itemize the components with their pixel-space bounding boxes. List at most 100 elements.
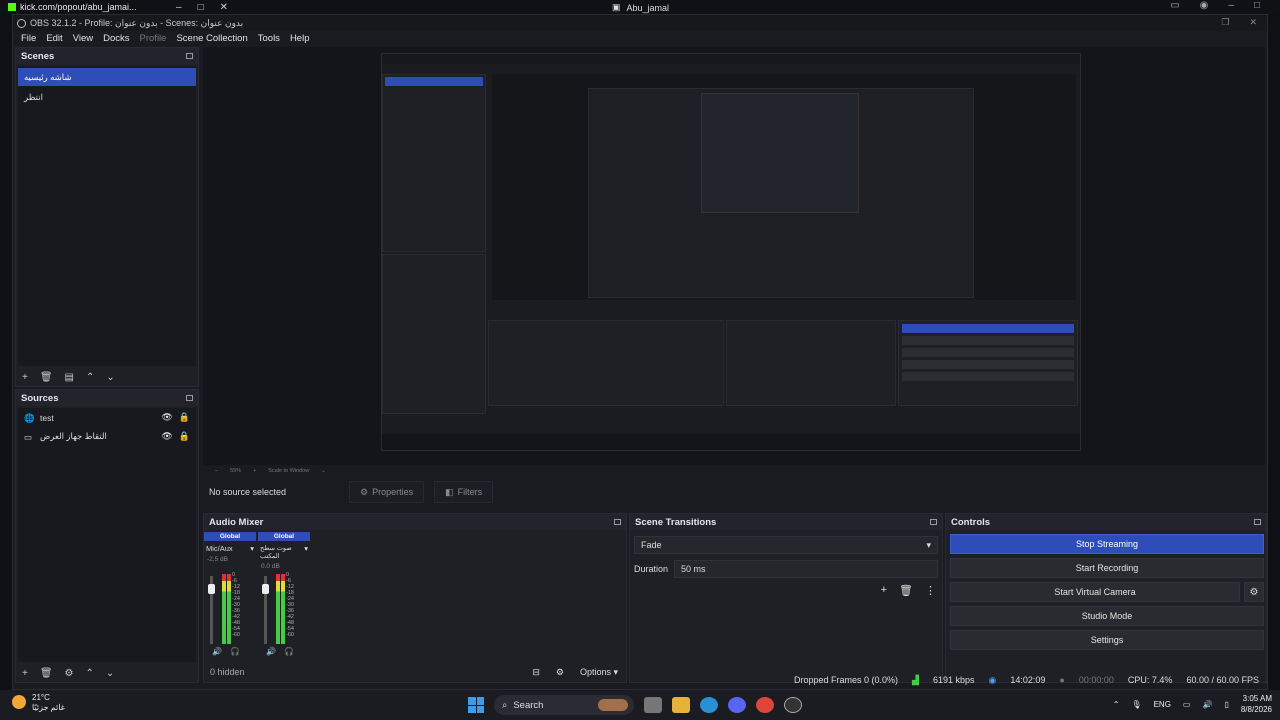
properties-button[interactable]: ⚙ Properties	[349, 481, 425, 503]
virtual-camera-settings-icon[interactable]: ⚙	[1244, 582, 1264, 602]
desktop: kick.com/popout/abu_jamai... – □ ✕ ▣ Abu…	[0, 0, 1280, 720]
restore-icon[interactable]: ❐	[1221, 17, 1229, 28]
maximize-icon[interactable]: □	[1254, 0, 1260, 11]
maximize-icon[interactable]: □	[198, 2, 204, 13]
more-vertical-icon[interactable]: ⋮	[925, 584, 936, 597]
popup-window-controls: – □ ✕	[176, 2, 228, 13]
db-tick: -60	[286, 632, 294, 638]
add-icon[interactable]: +	[881, 584, 887, 597]
stream-time: 14:02:09	[1010, 675, 1046, 685]
source-name: test	[40, 412, 54, 423]
discord-icon[interactable]	[728, 697, 746, 713]
weather-widget[interactable]: 21°C غائم جزئيًا	[12, 693, 65, 713]
menu-profile[interactable]: Profile	[140, 33, 167, 44]
source-item[interactable]: 🌐 test 👁 🔒	[18, 408, 196, 427]
weather-desc: غائم جزئيًا	[32, 703, 65, 712]
taskbar-clock[interactable]: 3:05 AM 8/8/2026	[1241, 693, 1272, 715]
nested-control-button	[902, 348, 1074, 357]
nested-scenes-dock	[382, 74, 486, 252]
filter-icon[interactable]: ▤	[65, 372, 74, 383]
gear-icon: ⚙	[360, 486, 369, 497]
duration-input[interactable]: 50 ms	[674, 560, 938, 578]
mixer-channel: Global Mic/Aux ▾ -2.5 dB 0 -6 -12 -18 -2…	[204, 532, 256, 658]
minimize-icon[interactable]: –	[1228, 0, 1234, 11]
volume-icon[interactable]: 🔊	[1202, 700, 1212, 709]
move-up-icon[interactable]: ⌃	[86, 372, 94, 383]
windows-start-icon[interactable]	[468, 697, 484, 713]
undock-icon[interactable]	[1254, 519, 1261, 525]
chrome-icon[interactable]	[756, 697, 774, 713]
browser-tab[interactable]: kick.com/popout/abu_jamai...	[0, 2, 170, 12]
close-icon[interactable]: ✕	[1249, 17, 1257, 28]
start-recording-button[interactable]: Start Recording	[950, 558, 1264, 578]
account-icon[interactable]: ◉	[1200, 0, 1209, 11]
chevron-down-icon[interactable]: ⌄	[321, 468, 326, 474]
trash-icon[interactable]: 🗑	[40, 372, 53, 383]
source-item[interactable]: ▭ التقاط جهاز العرض 👁 🔒	[18, 427, 196, 446]
transition-select[interactable]: Fade ▾	[634, 536, 938, 554]
menu-edit[interactable]: Edit	[46, 33, 62, 44]
menu-view[interactable]: View	[73, 33, 93, 44]
nested-bottom-docks	[488, 312, 1080, 412]
channel-name-select[interactable]: صوت سطح المكتب ▾	[258, 541, 310, 560]
menu-scene-collection[interactable]: Scene Collection	[176, 33, 247, 44]
language-indicator[interactable]: ENG	[1154, 700, 1171, 709]
zoom-in-icon[interactable]: +	[253, 468, 256, 474]
cast-icon[interactable]: ▭	[1170, 0, 1179, 11]
close-icon[interactable]: ✕	[220, 2, 228, 13]
speaker-icon[interactable]: 🔊	[212, 647, 222, 656]
edge-icon[interactable]	[700, 697, 718, 713]
undock-icon[interactable]	[186, 395, 193, 401]
obs-taskbar-icon[interactable]	[784, 697, 802, 713]
channel-name-select[interactable]: Mic/Aux ▾	[204, 541, 256, 553]
visibility-eye-icon[interactable]: 👁	[161, 412, 172, 423]
microphone-icon[interactable]: 🎙	[1131, 700, 1141, 709]
menu-tools[interactable]: Tools	[258, 33, 280, 44]
clock-time: 3:05 AM	[1242, 694, 1272, 703]
battery-icon[interactable]: ▯	[1224, 700, 1228, 709]
volume-fader-knob[interactable]	[262, 584, 269, 594]
visibility-eye-icon[interactable]: 👁	[161, 431, 172, 442]
file-explorer-icon[interactable]	[672, 697, 690, 713]
filter-icon: ◧	[445, 486, 454, 497]
studio-mode-button[interactable]: Studio Mode	[950, 606, 1264, 626]
settings-button[interactable]: Settings	[950, 630, 1264, 650]
monitor-icon: ▭	[24, 432, 33, 442]
volume-meter: 0 -6 -12 -18 -24 -30 -36 -42 -48 -54 -60	[208, 572, 248, 646]
network-icon[interactable]: ▭	[1183, 700, 1191, 709]
windows-taskbar: 21°C غائم جزئيًا ⌕ Search ⌃ 🎙 ENG ▭ 🔊 ▯	[0, 690, 1280, 720]
start-virtual-camera-button[interactable]: Start Virtual Camera	[950, 582, 1240, 602]
menu-docks[interactable]: Docks	[103, 33, 129, 44]
sources-list: 🌐 test 👁 🔒 ▭ التقاط جهاز العرض 👁 🔒	[18, 408, 196, 662]
preview-canvas[interactable]	[203, 47, 1265, 465]
scene-item[interactable]: شاشه رئيسيه	[18, 68, 196, 86]
controls-dock: Controls Stop Streaming Start Recording …	[945, 513, 1267, 683]
undock-icon[interactable]	[186, 53, 193, 59]
lock-icon[interactable]: 🔒	[179, 431, 190, 442]
nested-active-scene	[385, 77, 483, 86]
undock-icon[interactable]	[614, 519, 621, 525]
source-name: التقاط جهاز العرض	[40, 431, 107, 441]
speaker-icon[interactable]: 🔊	[266, 647, 276, 656]
menu-file[interactable]: File	[21, 33, 36, 44]
scale-mode[interactable]: Scale to Window	[268, 468, 309, 474]
task-view-icon[interactable]	[644, 697, 662, 713]
trash-icon[interactable]: 🗑	[899, 584, 913, 597]
move-down-icon[interactable]: ⌄	[106, 372, 114, 383]
menu-help[interactable]: Help	[290, 33, 310, 44]
scene-item[interactable]: انتظر	[18, 88, 196, 106]
headphone-icon[interactable]: 🎧	[230, 647, 240, 656]
volume-fader-knob[interactable]	[208, 583, 215, 594]
undock-icon[interactable]	[930, 519, 937, 525]
zoom-out-icon[interactable]: –	[215, 468, 218, 474]
taskbar-search[interactable]: ⌕ Search	[494, 695, 634, 715]
add-icon[interactable]: +	[22, 372, 28, 383]
headphone-icon[interactable]: 🎧	[284, 647, 294, 656]
no-source-label: No source selected	[209, 487, 287, 497]
nested-preview-level-2	[588, 88, 974, 298]
minimize-icon[interactable]: –	[176, 2, 182, 13]
chevron-up-icon[interactable]: ⌃	[1113, 700, 1120, 709]
filters-button[interactable]: ◧ Filters	[434, 481, 494, 503]
lock-icon[interactable]: 🔒	[179, 412, 190, 423]
stop-streaming-button[interactable]: Stop Streaming	[950, 534, 1264, 554]
